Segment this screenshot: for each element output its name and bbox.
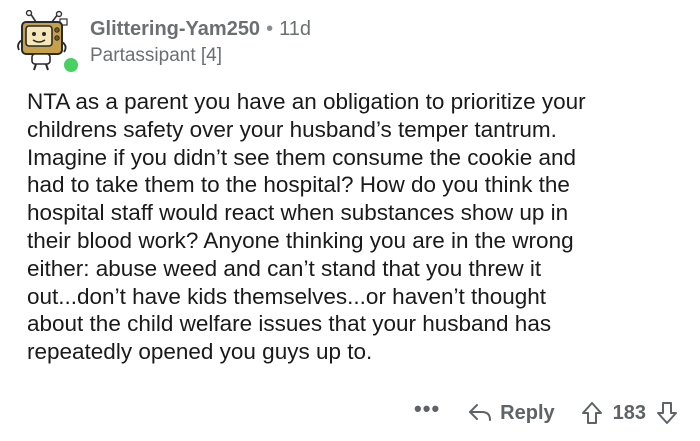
upvote-arrow-icon[interactable] [581, 401, 603, 425]
more-options-button[interactable]: ••• [414, 398, 440, 420]
comment-header: Glittering-Yam250 • 11d Partassipant [4] [16, 10, 676, 76]
comment-age: 11d [279, 18, 311, 40]
comment-body-line: about the child welfare issues that your… [27, 311, 552, 337]
comment-body-line: Imagine if you didn’t see them consume t… [27, 144, 577, 170]
comment-body-line: out...don’t have kids themselves...or ha… [27, 283, 547, 309]
online-status-dot [61, 55, 81, 75]
comment-body-line: either: abuse weed and can’t stand that … [27, 255, 542, 281]
comment-body-line: had to take them to the hospital? How do… [27, 172, 570, 198]
vote-score: 183 [612, 401, 646, 424]
reply-button[interactable]: Reply [468, 401, 555, 425]
vote-controls: 183 [581, 401, 678, 425]
meta-line: Glittering-Yam250 • 11d [90, 16, 311, 42]
reply-arrow-icon [469, 404, 492, 421]
user-flair: Partassipant [4] [90, 45, 223, 66]
meta-separator: • [266, 18, 274, 40]
comment-meta: Glittering-Yam250 • 11d Partassipant [4] [90, 16, 311, 68]
comment-body-line: repeatedly opened you guys up to. [27, 339, 373, 365]
downvote-arrow-icon[interactable] [656, 401, 678, 425]
comment-body-line: childrens safety over your husband’s tem… [27, 116, 557, 142]
comment: Glittering-Yam250 • 11d Partassipant [4] N… [0, 0, 700, 441]
comment-body: NTA as a parent you have an obligation t… [27, 88, 687, 366]
comment-body-line: NTA as a parent you have an obligation t… [27, 89, 586, 114]
reply-label: Reply [500, 401, 555, 424]
username[interactable]: Glittering-Yam250 [90, 18, 260, 40]
avatar[interactable] [16, 10, 81, 75]
comment-body-line: their blood work? Anyone thinking you ar… [27, 227, 574, 253]
comment-body-line: hospital staff would react when substanc… [27, 200, 569, 226]
comment-actions: ••• Reply 183 [414, 398, 678, 428]
